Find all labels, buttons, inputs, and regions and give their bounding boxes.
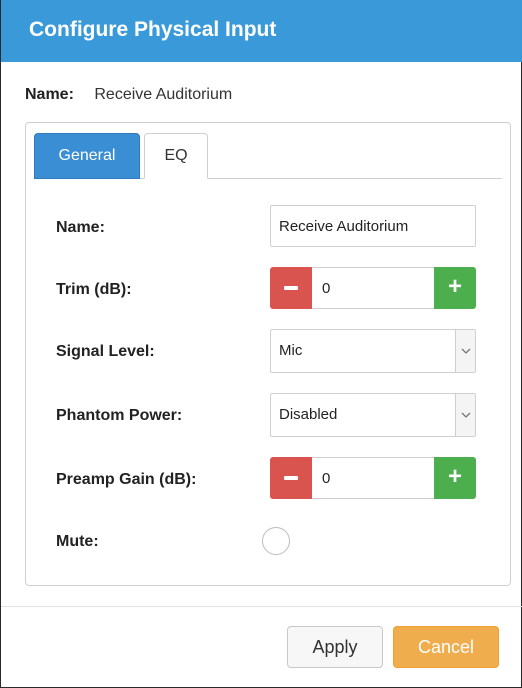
preamp-gain-stepper: 0 + xyxy=(270,457,476,499)
plus-icon: + xyxy=(447,273,462,300)
chevron-down-icon xyxy=(455,330,475,372)
dialog-title: Configure Physical Input xyxy=(29,18,277,41)
trim-stepper: 0 + xyxy=(270,267,476,309)
preamp-gain-decrement-button[interactable] xyxy=(270,457,312,499)
mute-radio[interactable] xyxy=(262,527,290,555)
summary-name-row: Name: Receive Auditorium xyxy=(25,86,232,104)
chevron-down-icon xyxy=(455,394,475,436)
trim-increment-button[interactable]: + xyxy=(434,267,476,309)
minus-icon xyxy=(284,286,298,290)
trim-decrement-button[interactable] xyxy=(270,267,312,309)
trim-value-field[interactable]: 0 xyxy=(312,267,434,309)
trim-label: Trim (dB): xyxy=(56,281,132,298)
preamp-gain-value-field[interactable]: 0 xyxy=(312,457,434,499)
phantom-power-select[interactable]: Disabled xyxy=(270,393,476,437)
footer-divider xyxy=(1,606,522,607)
preamp-gain-increment-button[interactable]: + xyxy=(434,457,476,499)
minus-icon xyxy=(284,476,298,480)
name-field[interactable] xyxy=(270,205,476,247)
tab-eq[interactable]: EQ xyxy=(144,133,208,179)
summary-name-label: Name: xyxy=(25,86,74,103)
tab-general[interactable]: General xyxy=(34,133,140,179)
summary-name-value: Receive Auditorium xyxy=(94,86,233,103)
phantom-power-label: Phantom Power: xyxy=(56,407,183,424)
mute-label: Mute: xyxy=(56,533,99,550)
configure-physical-input-dialog: Configure Physical Input Name: Receive A… xyxy=(0,0,522,688)
settings-panel: General EQ Name: Trim (dB): 0 + Signal L… xyxy=(25,122,511,586)
signal-level-label: Signal Level: xyxy=(56,343,155,360)
signal-level-select[interactable]: Mic xyxy=(270,329,476,373)
apply-button[interactable]: Apply xyxy=(287,626,383,668)
name-label: Name: xyxy=(56,219,105,236)
phantom-power-value: Disabled xyxy=(279,406,338,423)
signal-level-value: Mic xyxy=(279,342,303,359)
preamp-gain-label: Preamp Gain (dB): xyxy=(56,471,197,488)
tab-bar: General EQ xyxy=(34,133,502,179)
dialog-titlebar: Configure Physical Input xyxy=(1,0,522,62)
cancel-button[interactable]: Cancel xyxy=(393,626,499,668)
plus-icon: + xyxy=(447,463,462,490)
